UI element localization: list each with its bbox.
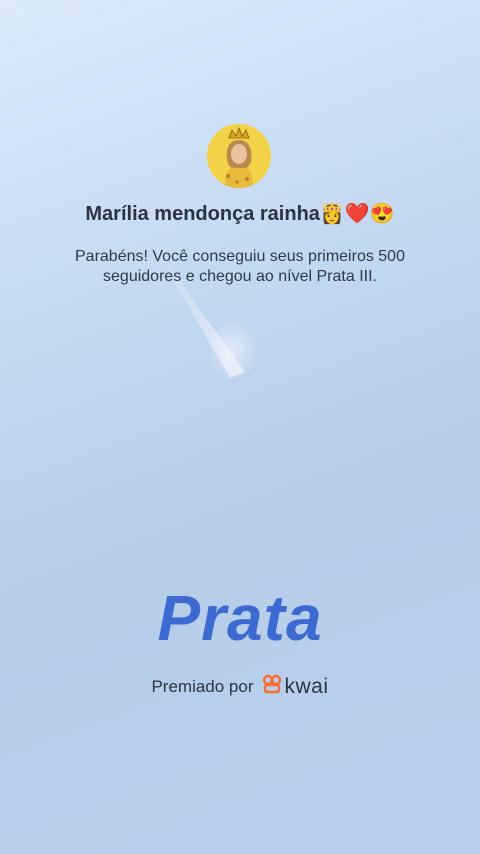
user-avatar: [207, 124, 271, 188]
awarded-by-label: Premiado por: [151, 676, 254, 696]
level-name: Prata: [157, 582, 323, 654]
congrats-message: Parabéns! Você conseguiu seus primeiros …: [75, 248, 405, 285]
brand: kwai: [262, 674, 329, 699]
kwai-logo-icon: [262, 674, 282, 699]
brand-name: kwai: [284, 674, 329, 698]
awarded-by: Premiado por kwai: [0, 674, 480, 699]
page-title: Marília mendonça rainha👸❤️😍: [85, 203, 395, 225]
